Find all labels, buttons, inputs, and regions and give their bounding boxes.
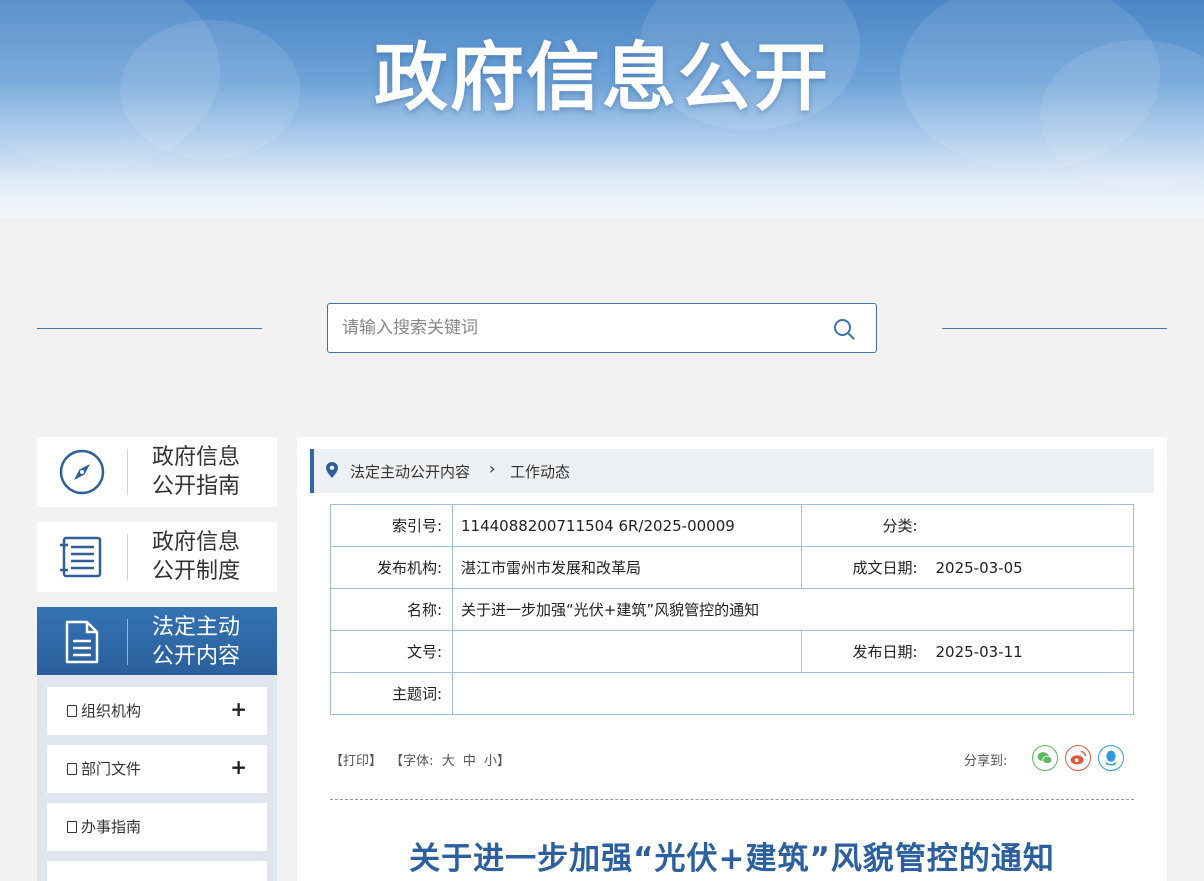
qq-icon[interactable] — [1098, 745, 1124, 771]
weibo-icon[interactable] — [1065, 745, 1091, 771]
font-small-button[interactable]: 小】 — [484, 754, 510, 769]
sub-nav-label: 组织机构 — [81, 702, 142, 720]
doc-no-value — [452, 630, 802, 673]
index-value: 1144088200711504 6R/2025-00009 — [452, 504, 802, 547]
doc-no-label: 文号: — [330, 630, 453, 673]
sub-nav-label: 部门文件 — [81, 760, 142, 778]
index-label: 索引号: — [330, 504, 453, 547]
share-label: 分享到: — [964, 754, 1008, 769]
wechat-icon[interactable] — [1032, 745, 1058, 771]
header-banner: 政府信息公开 — [0, 0, 1204, 218]
date-written-value: 2025-03-05 — [927, 546, 1134, 589]
compass-icon — [59, 449, 105, 495]
list-icon — [60, 536, 102, 578]
article-tools: 【打印】 【字体: 大 中 小】 — [330, 750, 514, 769]
location-pin-icon — [326, 462, 338, 478]
name-label: 名称: — [330, 588, 453, 631]
font-medium-button[interactable]: 中 — [463, 754, 476, 769]
document-icon — [65, 620, 99, 664]
nav-system[interactable]: 政府信息 公开制度 — [37, 522, 277, 592]
metadata-table: 索引号: 1144088200711504 6R/2025-00009 分类: … — [330, 504, 1134, 715]
article-title: 关于进一步加强“光伏+建筑”风貌管控的通知 — [409, 841, 1055, 877]
nav-separator — [127, 534, 128, 580]
nav-active-label: 法定主动 公开内容 — [152, 615, 241, 669]
publish-date-label: 发布日期: — [801, 630, 928, 673]
search-box — [327, 303, 877, 353]
page-title: 政府信息公开 — [374, 35, 830, 121]
publisher-value: 湛江市雷州市发展和改革局 — [452, 546, 802, 589]
breadcrumb-item-section[interactable]: 法定主动公开内容 — [350, 461, 470, 482]
sub-nav-item-org[interactable]: 组织机构 + — [47, 687, 267, 735]
sub-nav-label: 办事指南 — [81, 818, 142, 836]
expand-icon[interactable]: + — [230, 755, 247, 779]
publisher-label: 发布机构: — [330, 546, 453, 589]
category-value — [927, 504, 1134, 547]
date-written-label: 成文日期: — [801, 546, 928, 589]
search-divider-left — [37, 328, 262, 329]
category-label: 分类: — [801, 504, 928, 547]
content-panel: 法定主动公开内容 › 工作动态 索引号: 1144088200711504 6R… — [297, 437, 1167, 881]
doc-icon — [67, 705, 77, 717]
nav-active-content[interactable]: 法定主动 公开内容 — [37, 607, 277, 675]
nav-guide-label: 政府信息 公开指南 — [152, 445, 241, 499]
search-input[interactable] — [342, 304, 822, 352]
search-icon[interactable] — [832, 317, 856, 341]
sub-nav-panel: 组织机构 + 部门文件 + 办事指南 — [37, 675, 277, 881]
print-button[interactable]: 【打印】 — [330, 754, 382, 769]
nav-separator — [127, 449, 128, 495]
main-area: 政府信息公开指南 政府信息公开制度 法定主动公开内容 — [2, 218, 1202, 881]
content-divider — [330, 799, 1134, 800]
keywords-label: 主题词: — [330, 672, 453, 715]
publish-date-value: 2025-03-11 — [927, 630, 1134, 673]
nav-separator — [127, 619, 128, 665]
name-value: 关于进一步加强“光伏+建筑”风貌管控的通知 — [452, 588, 1134, 631]
doc-icon — [67, 763, 77, 775]
expand-icon[interactable]: + — [230, 697, 247, 721]
font-large-button[interactable]: 大 — [442, 754, 455, 769]
breadcrumb-item-current[interactable]: 工作动态 — [510, 461, 570, 482]
font-size-label: 【字体: — [390, 754, 434, 769]
chevron-right-icon: › — [489, 459, 496, 478]
doc-icon — [67, 821, 77, 833]
sub-nav-item-guide[interactable]: 办事指南 — [47, 803, 267, 851]
sub-nav-item-docs[interactable]: 部门文件 + — [47, 745, 267, 793]
keywords-value — [452, 672, 1134, 715]
nav-guide[interactable]: 政府信息 公开指南 — [37, 437, 277, 507]
nav-system-label: 政府信息 公开制度 — [152, 530, 241, 584]
breadcrumb: 法定主动公开内容 › 工作动态 — [310, 449, 1154, 493]
search-divider-right — [942, 328, 1167, 329]
sub-nav-item-partial[interactable] — [47, 861, 267, 881]
